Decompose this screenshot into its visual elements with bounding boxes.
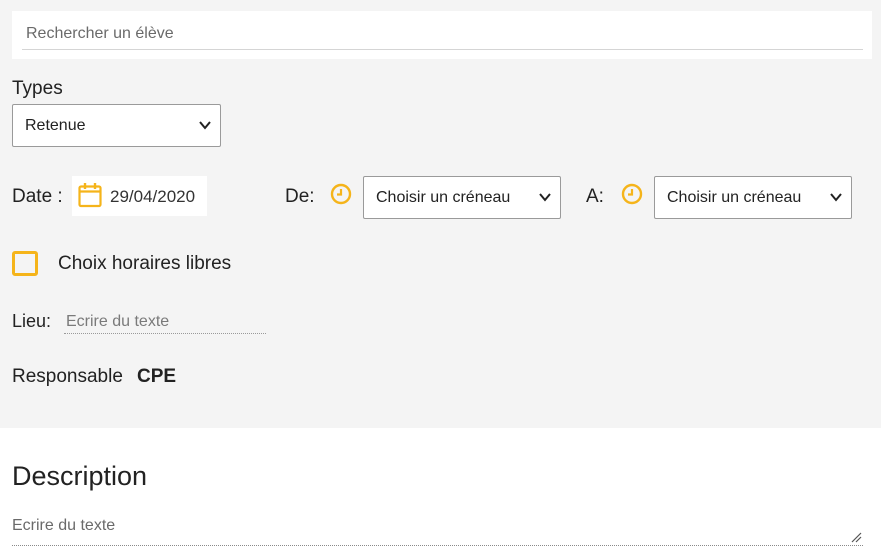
types-select-value: Retenue [25, 116, 86, 134]
types-label: Types [12, 78, 63, 99]
de-slot-select-value: Choisir un créneau [376, 188, 511, 206]
de-slot-select[interactable]: Choisir un créneau [363, 176, 561, 219]
responsable-value: CPE [137, 366, 177, 387]
search-input[interactable] [22, 19, 863, 50]
calendar-icon [78, 183, 102, 208]
chevron-down-icon [539, 193, 551, 202]
free-hours-checkbox[interactable] [12, 251, 38, 276]
de-label: De: [285, 186, 315, 207]
search-box [12, 11, 872, 59]
resize-handle-icon[interactable] [850, 531, 862, 543]
form-panel: Types Retenue Date : 29/04/2020 De: Choi… [0, 0, 881, 428]
a-slot-select-value: Choisir un créneau [667, 188, 802, 206]
lieu-label: Lieu: [12, 311, 52, 331]
clock-icon [621, 183, 643, 205]
chevron-down-icon [830, 193, 842, 202]
chevron-down-icon [199, 121, 211, 130]
date-label: Date : [12, 186, 63, 207]
a-slot-select[interactable]: Choisir un créneau [654, 176, 852, 219]
responsable-label: Responsable [12, 366, 123, 387]
free-hours-label: Choix horaires libres [58, 253, 232, 274]
lieu-input[interactable] [64, 310, 266, 334]
description-title: Description [12, 461, 148, 491]
types-select[interactable]: Retenue [12, 104, 221, 147]
a-label: A: [586, 186, 604, 207]
description-textarea[interactable] [12, 513, 863, 546]
date-value: 29/04/2020 [110, 187, 196, 206]
clock-icon [330, 183, 352, 205]
date-picker[interactable]: 29/04/2020 [72, 176, 207, 216]
